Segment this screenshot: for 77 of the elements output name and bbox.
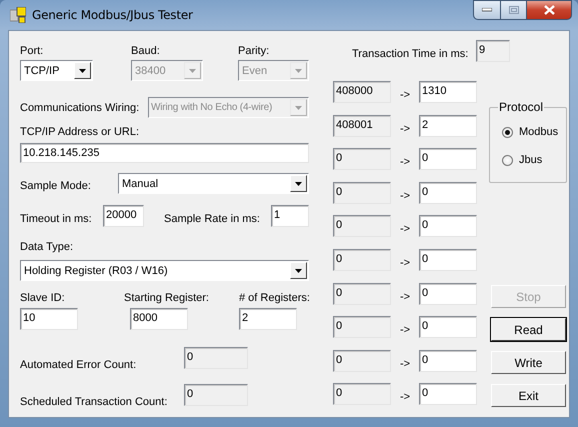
register-value-field[interactable]: 0 <box>419 148 477 170</box>
field-label: Starting Register: <box>124 291 210 305</box>
starting-register-field[interactable]: 8000 <box>130 308 188 330</box>
register-value-field[interactable]: 0 <box>419 282 477 305</box>
register-count-field[interactable]: 2 <box>239 308 297 330</box>
field-label: TCP/IP Address or URL: <box>20 125 140 139</box>
register-value-field[interactable]: 0 <box>419 316 477 338</box>
register-value-field[interactable]: 0 <box>419 248 477 271</box>
field-label: Slave ID: <box>20 291 66 305</box>
window-title: Generic Modbus/Jbus Tester <box>32 8 193 22</box>
error-count-field: 0 <box>184 347 248 369</box>
field-label: Automated Error Count: <box>20 358 138 372</box>
field-label: Baud: <box>131 44 161 58</box>
register-value-field[interactable]: 2 <box>419 114 477 137</box>
arrow-label: -> <box>398 290 412 303</box>
field-label: Transaction Time in ms: <box>352 47 470 61</box>
caret-icon <box>295 68 302 72</box>
caret-icon <box>295 182 302 186</box>
register-value-field[interactable]: 0 <box>419 350 477 372</box>
field-label: Sample Mode: <box>20 178 92 192</box>
register-address-field: 0 <box>333 350 391 372</box>
register-address-field: 0 <box>333 215 391 238</box>
action-button[interactable]: Exit <box>491 384 566 407</box>
register-value-field[interactable]: 0 <box>419 182 477 204</box>
caret-icon <box>295 268 302 272</box>
field-label: Data Type: <box>20 240 73 254</box>
field-label: # of Registers: <box>239 291 310 305</box>
sample-mode-dropdown[interactable]: Manual <box>118 173 309 194</box>
register-address-field: 0 <box>333 282 391 305</box>
register-value-field[interactable]: 0 <box>419 215 477 238</box>
register-value-field[interactable]: 0 <box>419 383 477 406</box>
register-address-field: 408001 <box>333 114 391 137</box>
arrow-label: -> <box>398 391 412 404</box>
arrow-label: -> <box>398 324 412 336</box>
protocol-radio[interactable]: Jbus <box>502 154 566 166</box>
maximize-button[interactable] <box>501 0 527 20</box>
field-label: Communications Wiring: <box>20 100 140 114</box>
field-label: Timeout in ms: <box>20 212 93 226</box>
group-title: Protocol <box>498 100 544 114</box>
action-button[interactable]: Read <box>491 318 566 341</box>
close-button[interactable] <box>527 0 572 20</box>
action-button[interactable]: Write <box>491 351 566 374</box>
app-icon <box>10 7 26 23</box>
sample-rate-field[interactable]: 1 <box>271 205 309 227</box>
caret-icon <box>295 106 302 110</box>
timeout-field[interactable]: 20000 <box>103 205 144 227</box>
address-field[interactable]: 10.218.145.235 <box>20 143 309 163</box>
caret-icon <box>79 68 86 72</box>
minimize-icon <box>482 8 492 12</box>
transaction-count-field: 0 <box>184 384 248 406</box>
register-address-field: 0 <box>333 316 391 338</box>
arrow-label: -> <box>398 89 412 101</box>
register-address-field: 0 <box>333 148 391 170</box>
close-icon <box>544 5 554 15</box>
field-label: Parity: <box>238 44 270 58</box>
register-value-field[interactable]: 1310 <box>419 81 477 103</box>
field-label: Scheduled Transaction Count: <box>20 395 168 409</box>
register-address-field: 0 <box>333 383 391 406</box>
transaction-time-field: 9 <box>476 40 510 62</box>
protocol-radio[interactable]: Modbus <box>502 126 566 138</box>
arrow-label: -> <box>398 358 412 370</box>
arrow-label: -> <box>398 256 412 269</box>
maximize-icon <box>508 6 518 14</box>
arrow-label: -> <box>398 190 412 202</box>
slave-id-field[interactable]: 10 <box>20 308 78 330</box>
register-address-field: 408000 <box>333 81 391 103</box>
arrow-label: -> <box>398 156 412 168</box>
field-label: Sample Rate in ms: <box>164 212 261 226</box>
data-type-dropdown[interactable]: Holding Register (R03 / W16) <box>20 260 309 281</box>
minimize-button[interactable] <box>473 0 501 20</box>
register-address-field: 0 <box>333 182 391 204</box>
caret-icon <box>189 68 196 72</box>
arrow-label: -> <box>398 122 412 135</box>
register-address-field: 0 <box>333 248 391 271</box>
field-label: Port: <box>20 44 44 58</box>
port-dropdown[interactable]: TCP/IP <box>20 60 93 81</box>
arrow-label: -> <box>398 223 412 236</box>
